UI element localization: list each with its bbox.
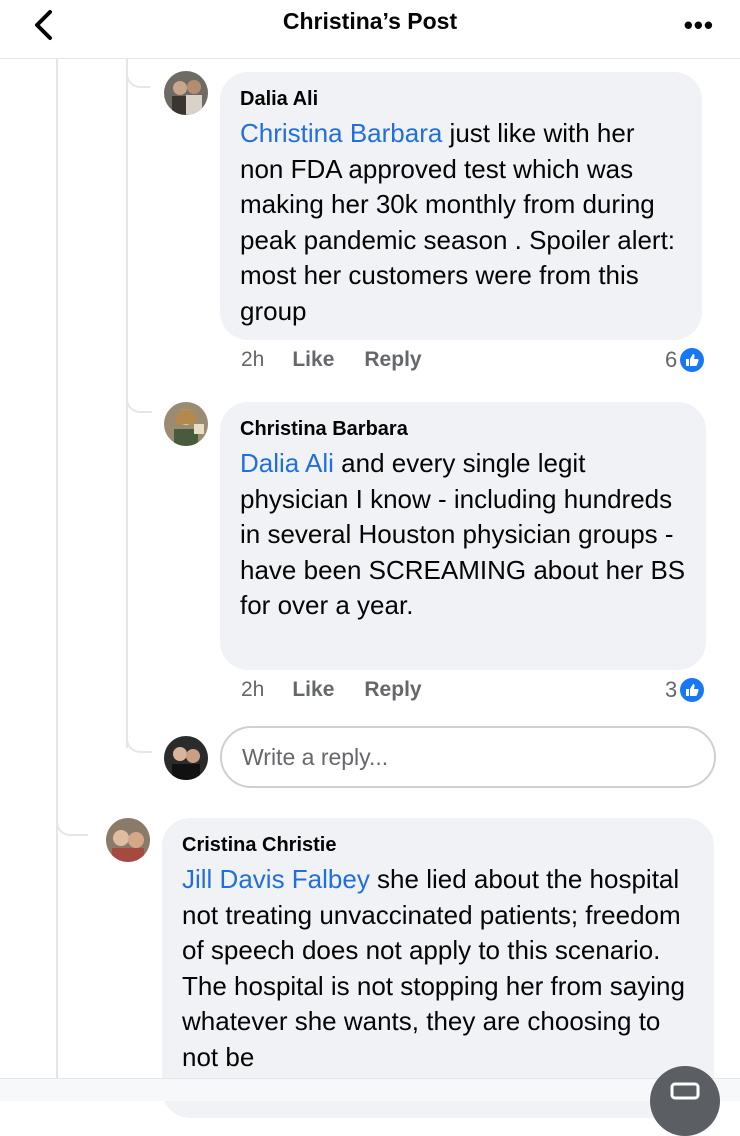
reply-input[interactable]: Write a reply...	[220, 726, 716, 788]
post-header: Christina’s Post •••	[0, 0, 740, 59]
comment-text: Christina Barbara just like with her non…	[240, 116, 682, 329]
reaction-number: 3	[665, 677, 678, 702]
like-button[interactable]: Like	[292, 348, 334, 371]
comment-author[interactable]: Cristina Christie	[182, 832, 694, 858]
comment-actions: 2h Like Reply	[241, 348, 422, 372]
comment-body: just like with her non FDA approved test…	[240, 118, 676, 326]
reply-button[interactable]: Reply	[364, 678, 421, 701]
reply-button[interactable]: Reply	[364, 348, 421, 371]
avatar[interactable]	[164, 71, 208, 115]
current-user-avatar	[164, 736, 208, 780]
avatar[interactable]	[106, 818, 150, 862]
like-button[interactable]: Like	[292, 678, 334, 701]
more-options-button[interactable]: •••	[684, 10, 714, 41]
reaction-count[interactable]: 6	[665, 347, 705, 373]
comment-time: 2h	[241, 678, 265, 701]
mention-link[interactable]: Dalia Ali	[240, 448, 334, 478]
thread-connector	[126, 725, 152, 753]
thread-connector	[56, 800, 88, 836]
reaction-number: 6	[665, 347, 678, 372]
comment-author[interactable]: Christina Barbara	[240, 416, 686, 442]
comment-bubble: Dalia Ali Christina Barbara just like wi…	[220, 72, 702, 340]
mention-link[interactable]: Christina Barbara	[240, 118, 442, 148]
thread-connector	[126, 385, 152, 413]
thumbs-up-icon	[680, 348, 705, 372]
comment-author[interactable]: Dalia Ali	[240, 86, 682, 112]
avatar[interactable]	[164, 402, 208, 446]
comment-text: Dalia Ali and every single legit physici…	[240, 446, 686, 624]
message-icon	[670, 1082, 700, 1100]
reaction-count[interactable]: 3	[665, 677, 705, 703]
thumbs-up-icon	[680, 678, 705, 702]
comment-bubble: Christina Barbara Dalia Ali and every si…	[220, 402, 706, 670]
comment-text: Jill Davis Falbey she lied about the hos…	[182, 862, 694, 1075]
mention-link[interactable]: Jill Davis Falbey	[182, 864, 370, 894]
comment-bubble: Cristina Christie Jill Davis Falbey she …	[162, 818, 714, 1118]
bottom-bar	[0, 1078, 740, 1101]
comment-actions: 2h Like Reply	[241, 678, 422, 702]
page-title: Christina’s Post	[282, 8, 458, 34]
comment-time: 2h	[241, 348, 265, 371]
comment-body: she lied about the hospital not treating…	[182, 864, 685, 1072]
new-message-button[interactable]	[650, 1066, 720, 1136]
thread-line	[56, 58, 58, 1078]
